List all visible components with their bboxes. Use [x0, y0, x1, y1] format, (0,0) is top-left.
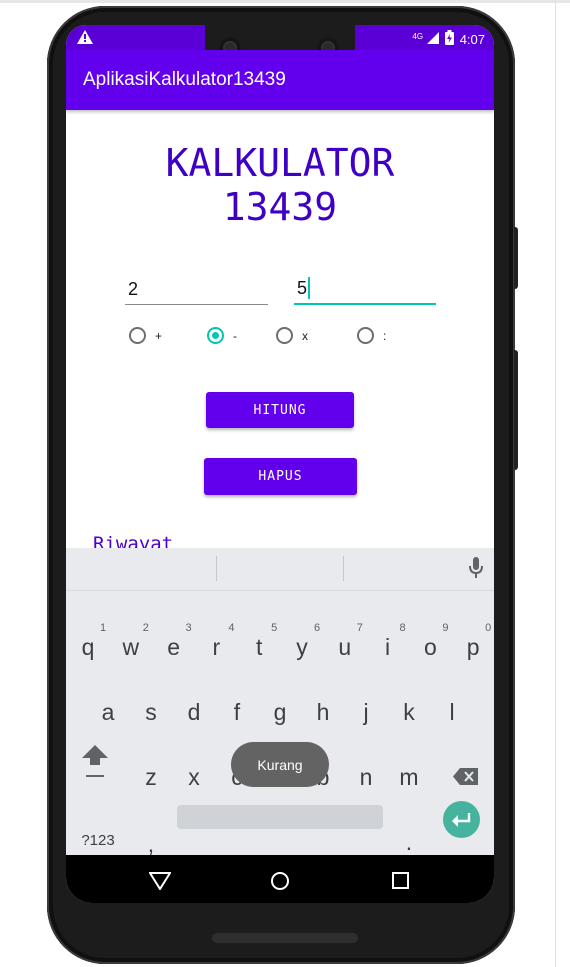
- hitung-button[interactable]: HITUNG: [206, 392, 354, 428]
- key-hint: 0: [485, 622, 492, 634]
- radio-multiply-circle[interactable]: [276, 327, 293, 344]
- signal-icon: 4G: [412, 31, 439, 47]
- power-button: [514, 227, 518, 289]
- network-type: 4G: [412, 31, 424, 41]
- first-number-input[interactable]: 2: [125, 274, 268, 305]
- radio-multiply-label: x: [302, 328, 308, 343]
- navigation-bar: [66, 855, 494, 903]
- suggestion-divider: [216, 556, 217, 581]
- heading-line-2: 13439: [222, 185, 338, 229]
- back-nav-icon[interactable]: [148, 872, 172, 894]
- key-h[interactable]: h: [303, 699, 343, 726]
- key-g[interactable]: g: [260, 699, 300, 726]
- radio-subtract[interactable]: -: [207, 327, 237, 344]
- comma-key[interactable]: ,: [131, 831, 171, 858]
- key-u[interactable]: u: [325, 634, 365, 661]
- status-indicators: 4G 4:07: [412, 30, 485, 48]
- key-z[interactable]: z: [131, 764, 171, 791]
- microphone-icon[interactable]: [469, 557, 483, 583]
- shift-key-icon[interactable]: [82, 745, 108, 783]
- radio-add[interactable]: +: [129, 327, 162, 344]
- key-l[interactable]: l: [432, 699, 472, 726]
- second-number-value: 5: [297, 277, 308, 298]
- key-hint: 9: [442, 622, 449, 634]
- key-hint: 4: [228, 622, 235, 634]
- home-nav-icon[interactable]: [270, 871, 290, 895]
- text-cursor: [308, 277, 310, 299]
- symbols-key[interactable]: ?123: [78, 832, 118, 849]
- second-number-input[interactable]: 5: [294, 273, 436, 305]
- key-k[interactable]: k: [389, 699, 429, 726]
- radio-subtract-circle[interactable]: [207, 327, 224, 344]
- period-key[interactable]: .: [389, 829, 429, 856]
- key-j[interactable]: j: [346, 699, 386, 726]
- key-hint: 5: [271, 622, 278, 634]
- key-s[interactable]: s: [131, 699, 171, 726]
- key-p[interactable]: p: [453, 634, 493, 661]
- warning-icon: [77, 30, 93, 48]
- key-hint: 8: [399, 622, 406, 634]
- key-hint: 6: [313, 622, 321, 634]
- clock: 4:07: [459, 31, 485, 47]
- battery-charging-icon: [444, 30, 454, 48]
- key-o[interactable]: o: [410, 634, 450, 661]
- key-r[interactable]: r: [196, 634, 236, 661]
- enter-key-icon[interactable]: [443, 801, 480, 838]
- space-key[interactable]: [177, 805, 383, 829]
- bottom-speaker: [212, 933, 358, 943]
- heading-line-1: KALKULATOR: [165, 141, 395, 185]
- volume-button: [514, 350, 518, 470]
- device-screen: 4G 4:07 AplikasiKalkulator13439 KALKULAT…: [66, 25, 494, 903]
- radio-multiply[interactable]: x: [276, 327, 308, 344]
- key-a[interactable]: a: [88, 699, 128, 726]
- key-i[interactable]: i: [368, 634, 408, 661]
- key-w[interactable]: w: [111, 634, 151, 661]
- hapus-button[interactable]: HAPUS: [204, 458, 357, 495]
- radio-add-label: +: [155, 328, 163, 343]
- backspace-key-icon[interactable]: [453, 768, 478, 789]
- key-x[interactable]: x: [174, 764, 214, 791]
- key-hint: 7: [356, 622, 363, 634]
- radio-subtract-label: -: [233, 328, 237, 343]
- key-q[interactable]: q: [68, 634, 108, 661]
- radio-add-circle[interactable]: [129, 327, 146, 344]
- radio-divide-label: :: [383, 328, 387, 343]
- key-t[interactable]: t: [239, 634, 279, 661]
- key-e[interactable]: e: [154, 634, 194, 661]
- browser-top-border: [0, 0, 570, 3]
- soft-keyboard: q1w2e3r4t5y6u7i8o9p0 asdfghjkl zxcvbnm ?…: [66, 548, 494, 858]
- first-number-value: 2: [128, 278, 139, 299]
- key-n[interactable]: n: [346, 764, 386, 791]
- radio-divide[interactable]: :: [357, 327, 386, 344]
- key-hint: 3: [185, 622, 192, 634]
- key-hint: 2: [142, 622, 149, 634]
- suggestion-divider: [343, 556, 344, 581]
- key-m[interactable]: m: [389, 764, 429, 791]
- radio-divide-circle[interactable]: [357, 327, 374, 344]
- key-hint: 1: [99, 622, 107, 634]
- toast-message: Kurang: [231, 742, 329, 787]
- suggestion-strip: [66, 548, 494, 591]
- key-d[interactable]: d: [174, 699, 214, 726]
- app-title: AplikasiKalkulator13439: [83, 69, 286, 90]
- key-y[interactable]: y: [282, 634, 322, 661]
- recents-nav-icon[interactable]: [392, 872, 410, 894]
- window-right-border: [555, 0, 556, 967]
- key-f[interactable]: f: [217, 699, 257, 726]
